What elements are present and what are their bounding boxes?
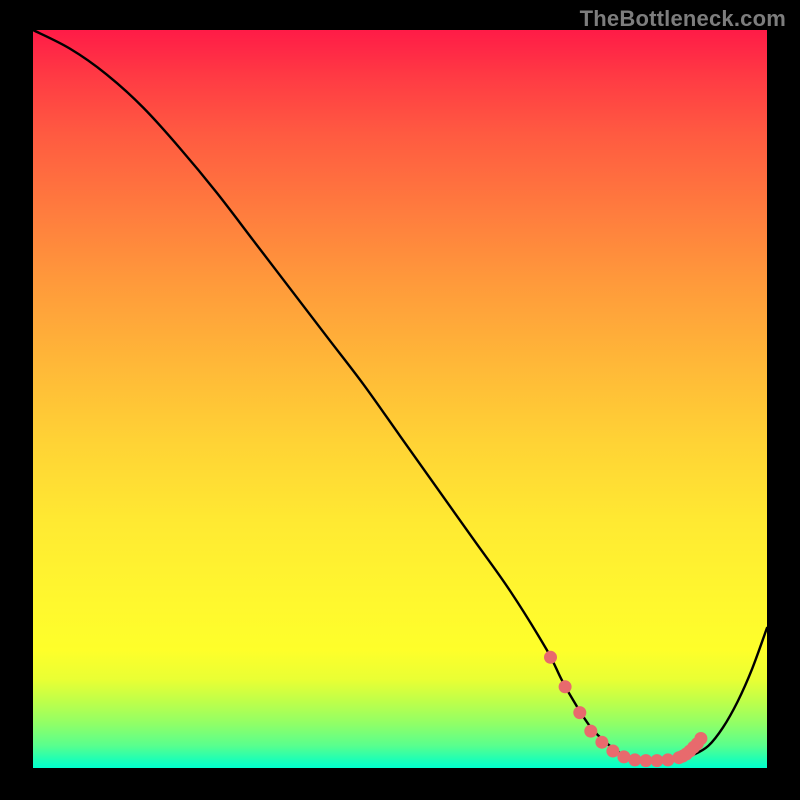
valley-dot: [617, 750, 630, 763]
watermark-text: TheBottleneck.com: [580, 6, 786, 32]
valley-dot: [573, 706, 586, 719]
chart-plot-area: [33, 30, 767, 768]
valley-dot: [694, 732, 707, 745]
valley-dot: [595, 736, 608, 749]
valley-dot: [544, 651, 557, 664]
valley-marker-dots: [544, 651, 707, 767]
bottleneck-curve-svg: [33, 30, 767, 768]
valley-dot: [606, 745, 619, 758]
bottleneck-curve-line: [33, 30, 767, 761]
valley-dot: [559, 680, 572, 693]
valley-dot: [584, 725, 597, 738]
valley-dot: [661, 753, 674, 766]
